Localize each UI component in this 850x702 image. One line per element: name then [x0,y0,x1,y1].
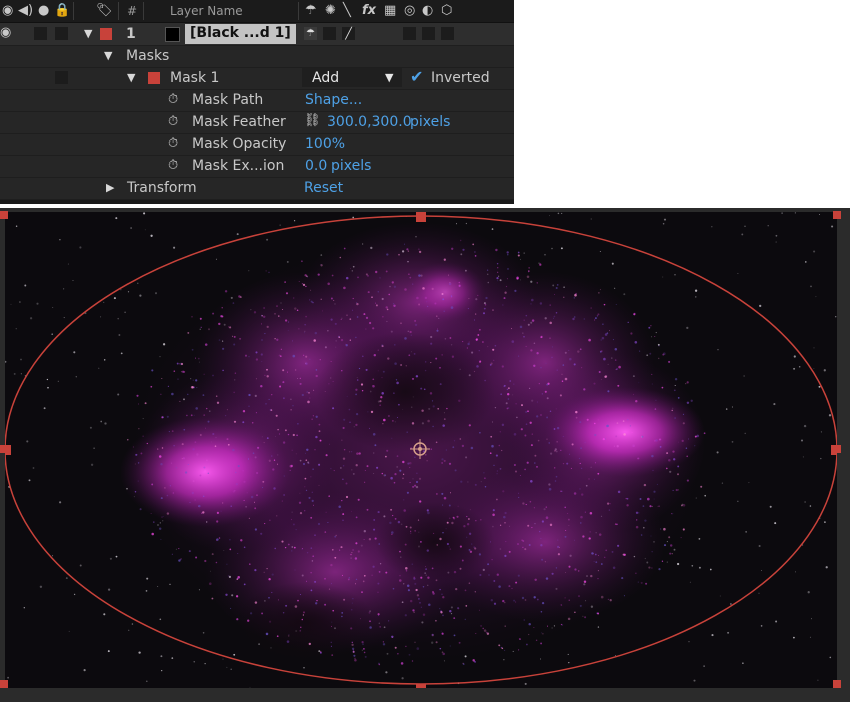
prop-row-mask-opacity: ⏱ Mask Opacity 100% [0,133,514,156]
quality-switch-icon[interactable]: ╱ [342,27,355,40]
stopwatch-icon[interactable]: ⏱ [168,136,178,152]
lock-icon[interactable]: 🔒 [54,3,70,19]
prop-value[interactable]: 100% [305,136,345,152]
layer-bound-handle[interactable] [0,445,8,453]
mask-mode-dropdown[interactable]: Add ▼ [302,68,402,87]
audio-toggle[interactable] [34,27,47,40]
layer-bound-handle[interactable] [833,211,841,219]
motion-blur-icon[interactable]: ◎ [404,3,415,19]
masks-expand-icon[interactable]: ▼ [104,50,112,62]
stopwatch-icon[interactable]: ⏱ [168,114,178,130]
layer-number: 1 [126,26,136,42]
3d-layer-icon[interactable]: ⬡ [441,3,452,19]
inverted-label: Inverted [431,70,490,86]
prop-row-mask-path: ⏱ Mask Path Shape... [0,89,514,112]
mask1-row[interactable]: ▼ Mask 1 Add ▼ ✔ Inverted [0,67,514,90]
audio-icon[interactable]: ◀) [18,3,33,19]
solo-toggle[interactable] [55,27,68,40]
prop-name: Mask Opacity [192,136,287,152]
transform-label: Transform [127,180,197,196]
layer-bound-handle[interactable] [833,445,841,453]
masks-group-row[interactable]: ▼ Masks [0,45,514,68]
prop-unit: pixels [331,158,372,174]
layer-row[interactable]: ◉ ▼ 1 [Black ...d 1] ☂ ╱ [0,23,514,46]
timeline-header: ◉ ◀) ● 🔒 🏷 # Layer Name ☂ ✺ ╲ fx ▦ ◎ ◐ ⬡ [0,0,514,23]
chevron-down-icon: ▼ [385,71,394,84]
eye-toggle-icon[interactable]: ◉ [0,25,11,41]
masks-group-label: Masks [126,48,170,64]
mask-vertex-handle[interactable] [416,212,426,222]
layer-expand-icon[interactable]: ▼ [84,28,92,40]
layer-bound-handle[interactable] [0,211,8,219]
prop-name: Mask Feather [192,114,286,130]
motion-blur-switch[interactable] [403,27,416,40]
mask1-label[interactable]: Mask 1 [170,70,219,86]
mask-mode-value: Add [312,70,340,86]
timeline-panel: ◉ ◀) ● 🔒 🏷 # Layer Name ☂ ✺ ╲ fx ▦ ◎ ◐ ⬡… [0,0,514,204]
layer-label-swatch[interactable] [100,28,112,40]
prop-value[interactable]: Shape... [305,92,362,108]
quality-icon[interactable]: ╲ [343,3,351,19]
layer-name-field[interactable]: [Black ...d 1] [185,24,296,44]
collapse-switch[interactable] [323,27,336,40]
shy-switch-icon[interactable]: ☂ [304,27,317,40]
solo-icon[interactable]: ● [38,3,49,19]
solid-thumbnail [165,27,180,42]
collapse-icon[interactable]: ✺ [325,3,336,19]
prop-name: Mask Ex...ion [192,158,285,174]
transform-row[interactable]: ▶ Transform Reset [0,177,514,200]
prop-value[interactable]: 300.0,300.0 [327,114,412,130]
eye-icon[interactable]: ◉ [2,3,13,19]
mask1-color-swatch[interactable] [148,72,160,84]
panel-bottom-edge [0,200,514,204]
3d-layer-switch[interactable] [441,27,454,40]
prop-row-mask-expansion: ⏱ Mask Ex...ion 0.0 pixels [0,155,514,178]
layer-bound-handle[interactable] [0,680,8,688]
prop-row-mask-feather: ⏱ Mask Feather ⛓ 300.0,300.0 pixels [0,111,514,134]
mask-vertex-handle[interactable] [416,684,426,688]
frame-blend-icon[interactable]: ▦ [384,3,396,19]
prop-unit: pixels [410,114,451,130]
mask1-expand-icon[interactable]: ▼ [127,72,135,84]
layer-bound-handle[interactable] [833,680,841,688]
transform-reset-button[interactable]: Reset [304,180,343,196]
adjustment-switch[interactable] [422,27,435,40]
composition-viewer[interactable] [5,212,837,688]
nebula-render [5,212,837,688]
mask-lock-toggle[interactable] [55,71,68,84]
transform-expand-icon[interactable]: ▶ [106,182,114,194]
stopwatch-icon[interactable]: ⏱ [168,92,178,108]
label-icon[interactable]: 🏷 [96,3,113,19]
inverted-checkbox-icon[interactable]: ✔ [410,69,423,85]
shy-icon[interactable]: ☂ [305,3,317,19]
effects-icon[interactable]: fx [362,3,376,19]
adjustment-icon[interactable]: ◐ [422,3,433,19]
prop-value[interactable]: 0.0 [305,158,327,174]
col-num-header: # [127,4,138,18]
col-layer-name-header[interactable]: Layer Name [170,4,243,18]
constrain-link-icon[interactable]: ⛓ [304,113,321,129]
composition-panel [0,208,850,702]
prop-name: Mask Path [192,92,264,108]
stopwatch-icon[interactable]: ⏱ [168,158,178,174]
